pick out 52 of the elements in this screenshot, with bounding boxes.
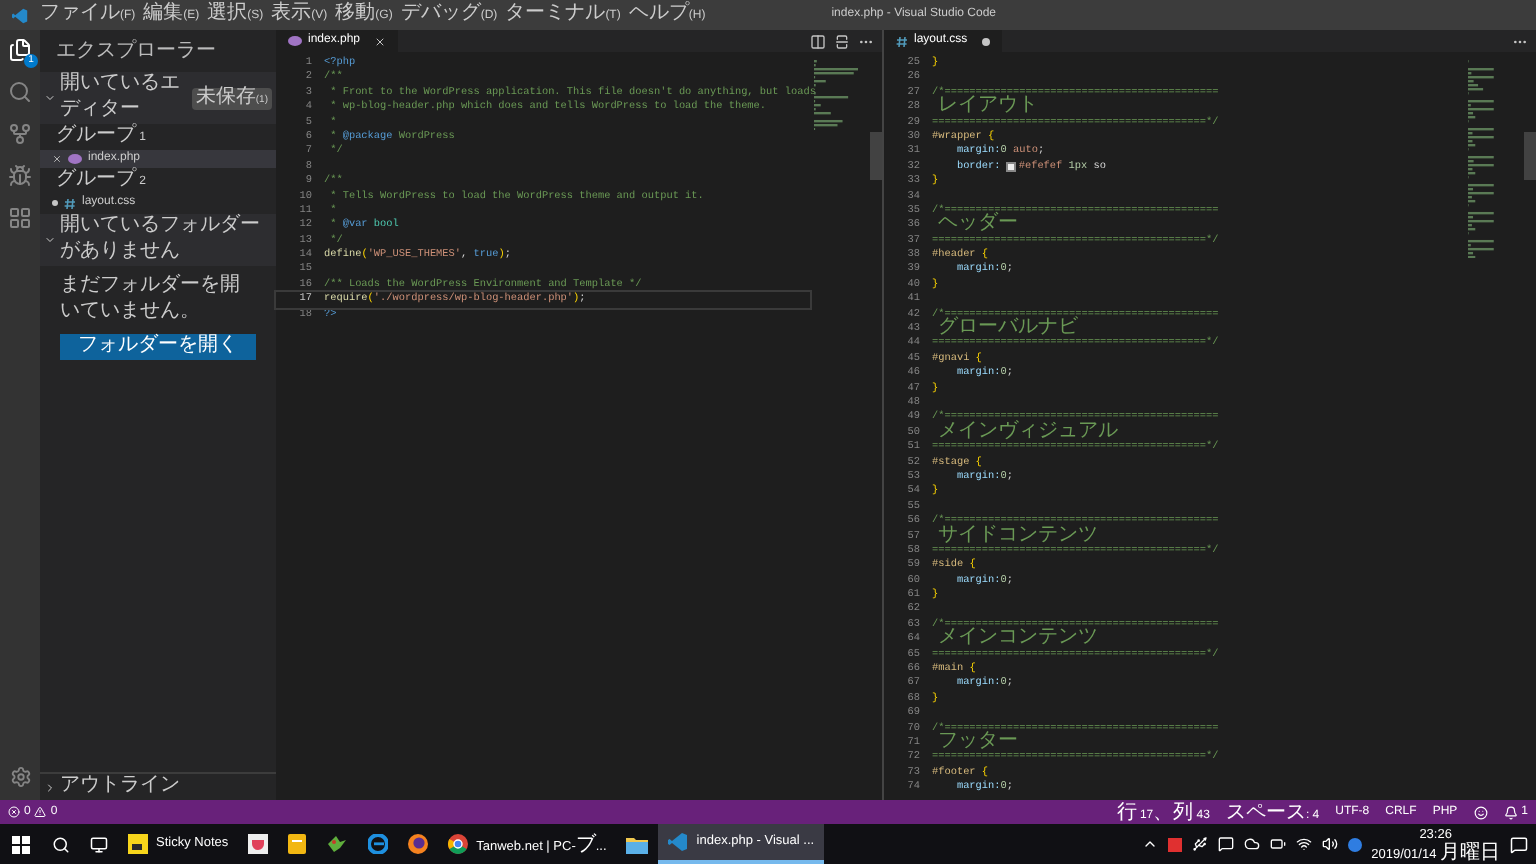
- scrollbar-thumb[interactable]: [1524, 132, 1536, 180]
- folder-icon: [626, 835, 649, 853]
- scrollbar-thumb[interactable]: [870, 132, 882, 180]
- section-title: 開いているエディター: [60, 72, 182, 123]
- cloud-icon[interactable]: [1243, 836, 1260, 852]
- extensions-icon[interactable]: [8, 206, 32, 230]
- minimap: [814, 60, 859, 131]
- hash-icon: [896, 35, 908, 47]
- chevron-down-icon[interactable]: [44, 92, 56, 104]
- note-icon: [128, 834, 148, 854]
- bird-icon: [326, 834, 349, 854]
- hash-icon: [64, 197, 76, 209]
- search-icon[interactable]: [52, 835, 70, 853]
- chevron-right-icon[interactable]: [44, 781, 56, 793]
- chevron-down-icon[interactable]: [44, 234, 56, 246]
- open-folder-button[interactable]: フォルダーを開く: [60, 334, 256, 360]
- split-editor-icon[interactable]: [810, 33, 826, 49]
- browser-icon: [368, 834, 389, 854]
- php-file-icon: [288, 36, 302, 46]
- section-title: アウトライン: [60, 774, 180, 800]
- battery-icon[interactable]: [1269, 836, 1286, 852]
- bell-icon[interactable]: [1503, 805, 1518, 819]
- wifi-icon[interactable]: [1295, 836, 1312, 852]
- warning-icon[interactable]: [34, 806, 47, 818]
- no-folder-message: まだフォルダーを開いていません。: [58, 272, 242, 326]
- smiley-icon[interactable]: [1473, 805, 1488, 819]
- browser-icon: [448, 834, 469, 854]
- code-text: メインヴィジュアル: [938, 425, 1119, 441]
- error-icon[interactable]: [8, 806, 20, 818]
- preview-icon[interactable]: [834, 33, 850, 49]
- bug-icon[interactable]: [8, 164, 32, 188]
- code-editor-icon: [12, 7, 28, 23]
- speaker-icon[interactable]: [1321, 836, 1338, 852]
- note-icon: [288, 834, 307, 854]
- windows-logo-icon[interactable]: [12, 835, 30, 853]
- usb-icon[interactable]: [1191, 836, 1208, 852]
- browser-icon: [408, 834, 429, 854]
- code-editor-icon: [668, 832, 689, 852]
- task-view-icon[interactable]: [90, 835, 108, 853]
- chat-icon[interactable]: [1217, 836, 1234, 852]
- close-icon[interactable]: [374, 35, 387, 47]
- notifications-icon[interactable]: [1510, 835, 1528, 853]
- code-text: レイアウト: [938, 100, 1039, 116]
- files-icon[interactable]: [8, 38, 32, 62]
- code-text: フッター: [938, 735, 1019, 751]
- branch-icon[interactable]: [8, 122, 32, 146]
- settings-icon[interactable]: [9, 766, 31, 788]
- code-text: メインコンテンツ: [938, 632, 1099, 648]
- chevron-up-icon[interactable]: [1141, 836, 1158, 852]
- php-file-icon: [68, 154, 82, 164]
- code-text: サイドコンテンツ: [938, 529, 1099, 544]
- sidebar-title: エクスプローラー: [54, 37, 218, 66]
